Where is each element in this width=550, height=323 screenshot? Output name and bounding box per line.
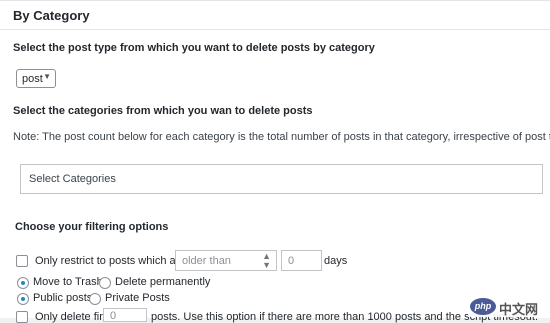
watermark-text: 中文网 (499, 303, 539, 318)
post-type-select-value: post (22, 73, 43, 85)
limit-batch-checkbox[interactable] (16, 311, 28, 323)
limit-batch-input-value: 0 (110, 310, 117, 322)
age-filter-select[interactable]: older than ▲ ▼ (175, 250, 277, 271)
delete-permanently-label: Delete permanently (115, 276, 211, 288)
public-posts-label: Public posts (33, 292, 93, 304)
restrict-label: Only restrict to posts which are (35, 255, 186, 267)
days-unit-label: days (324, 255, 348, 267)
categories-select[interactable]: Select Categories (20, 164, 543, 194)
chevron-down-icon: ▼ (43, 72, 51, 81)
private-posts-radio[interactable] (89, 293, 101, 305)
age-filter-value: older than (182, 255, 231, 267)
private-posts-label: Private Posts (105, 292, 170, 304)
updown-arrows-icon: ▲ ▼ (262, 251, 271, 270)
filtering-heading: Choose your filtering options (15, 221, 169, 233)
categories-note: Note: The post count below for each cate… (13, 131, 550, 143)
php-logo-icon: php (470, 298, 496, 315)
move-to-trash-radio[interactable] (17, 277, 29, 289)
categories-placeholder: Select Categories (29, 173, 116, 185)
days-input[interactable]: 0 (281, 250, 322, 271)
restrict-checkbox[interactable] (16, 255, 28, 267)
move-to-trash-label: Move to Trash (33, 276, 103, 288)
public-posts-radio[interactable] (17, 293, 29, 305)
bulk-delete-by-category-panel: By Category Select the post type from wh… (0, 0, 550, 323)
site-watermark: php 中文网 (468, 297, 546, 318)
categories-instruction: Select the categories from which you wan… (13, 105, 313, 117)
limit-batch-label-start: Only delete first (35, 311, 112, 323)
post-type-select[interactable]: post ▼ (16, 69, 56, 88)
limit-batch-input[interactable]: 0 (103, 308, 147, 322)
days-input-value: 0 (288, 255, 295, 267)
panel-title: By Category (13, 8, 90, 23)
delete-permanently-radio[interactable] (99, 277, 111, 289)
panel-header: By Category (0, 1, 550, 30)
post-type-instruction: Select the post type from which you want… (13, 42, 375, 54)
